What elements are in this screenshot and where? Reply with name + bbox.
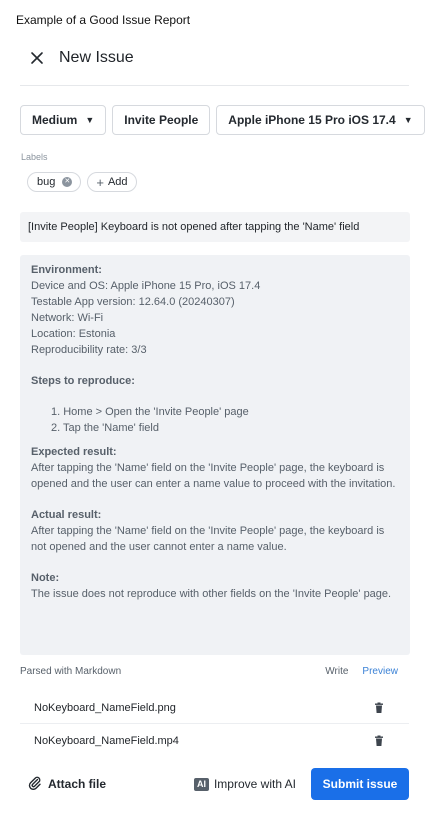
area-value: Invite People xyxy=(124,113,199,127)
issue-title-text: [Invite People] Keyboard is not opened a… xyxy=(28,221,360,233)
add-label-text: Add xyxy=(107,176,128,188)
environment-line: Testable App version: 12.64.0 (20240307) xyxy=(31,296,235,308)
step-item: 1. Home > Open the 'Invite People' page xyxy=(51,406,249,418)
trash-icon[interactable] xyxy=(373,735,385,747)
ai-badge-icon: AI xyxy=(193,777,209,791)
labels-caption: Labels xyxy=(21,152,48,162)
markdown-label: Parsed with Markdown xyxy=(20,665,122,677)
issue-footer: Attach file AI Improve with AI Submit is… xyxy=(20,768,409,800)
priority-dropdown[interactable]: Medium ▼ xyxy=(20,105,107,135)
environment-heading: Environment: xyxy=(31,264,102,276)
chevron-down-icon: ▼ xyxy=(403,115,413,125)
priority-value: Medium xyxy=(32,113,78,127)
expected-heading: Expected result: xyxy=(31,446,117,458)
improve-with-ai-label: Improve with AI xyxy=(213,777,296,791)
labels-list: bug ✕ + Add xyxy=(27,172,137,192)
submit-issue-label: Submit issue xyxy=(322,777,398,791)
issue-toolbar: Medium ▼ Invite People Apple iPhone 15 P… xyxy=(20,105,425,135)
steps-list: 1. Home > Open the 'Invite People' page … xyxy=(31,404,399,436)
environment-line: Location: Estonia xyxy=(31,328,116,340)
device-dropdown[interactable]: Apple iPhone 15 Pro iOS 17.4 ▼ xyxy=(216,105,425,135)
label-chip-text: bug xyxy=(37,176,56,188)
issue-header: New Issue xyxy=(20,40,409,86)
step-item: 2. Tap the 'Name' field xyxy=(51,422,159,434)
chevron-down-icon: ▼ xyxy=(85,115,95,125)
remove-label-icon[interactable]: ✕ xyxy=(62,177,73,187)
environment-line: Network: Wi-Fi xyxy=(31,312,104,324)
device-value: Apple iPhone 15 Pro iOS 17.4 xyxy=(228,113,396,127)
issue-title-input[interactable]: [Invite People] Keyboard is not opened a… xyxy=(20,212,410,242)
trash-icon[interactable] xyxy=(373,702,385,714)
attachment-name: NoKeyboard_NameField.mp4 xyxy=(34,735,179,747)
attachment-name: NoKeyboard_NameField.png xyxy=(34,701,176,714)
page-title: New Issue xyxy=(59,49,134,66)
tab-preview[interactable]: Preview xyxy=(362,666,398,677)
improve-with-ai-button[interactable]: AI Improve with AI xyxy=(193,777,296,791)
issue-body-preview[interactable]: Environment: Device and OS: Apple iPhone… xyxy=(20,255,410,655)
markdown-bar: Parsed with Markdown Write Preview xyxy=(20,663,409,679)
area-button[interactable]: Invite People xyxy=(112,105,211,135)
attachment-item[interactable]: NoKeyboard_NameField.png xyxy=(20,692,409,724)
add-label-button[interactable]: + Add xyxy=(87,172,137,192)
attachment-item[interactable]: NoKeyboard_NameField.mp4 xyxy=(20,725,409,757)
expected-text: After tapping the 'Name' field on the 'I… xyxy=(31,462,396,490)
paperclip-icon xyxy=(28,776,48,793)
label-chip-bug[interactable]: bug ✕ xyxy=(27,172,82,192)
note-text: The issue does not reproduce with other … xyxy=(31,588,392,600)
editor-tabs: Write Preview xyxy=(325,666,398,677)
tab-write[interactable]: Write xyxy=(325,666,348,677)
page-caption: Example of a Good Issue Report xyxy=(16,13,191,27)
actual-text: After tapping the 'Name' field on the 'I… xyxy=(31,525,385,553)
attach-file-button[interactable]: Attach file xyxy=(28,776,106,793)
actual-heading: Actual result: xyxy=(31,509,102,521)
environment-line: Reproducibility rate: 3/3 xyxy=(31,344,147,356)
plus-icon: + xyxy=(96,174,104,190)
steps-heading: Steps to reproduce: xyxy=(31,375,135,387)
attach-file-label: Attach file xyxy=(48,777,107,791)
note-heading: Note: xyxy=(31,572,60,584)
close-icon[interactable] xyxy=(26,47,48,69)
submit-issue-button[interactable]: Submit issue xyxy=(311,768,409,800)
environment-line: Device and OS: Apple iPhone 15 Pro, iOS … xyxy=(31,280,261,292)
